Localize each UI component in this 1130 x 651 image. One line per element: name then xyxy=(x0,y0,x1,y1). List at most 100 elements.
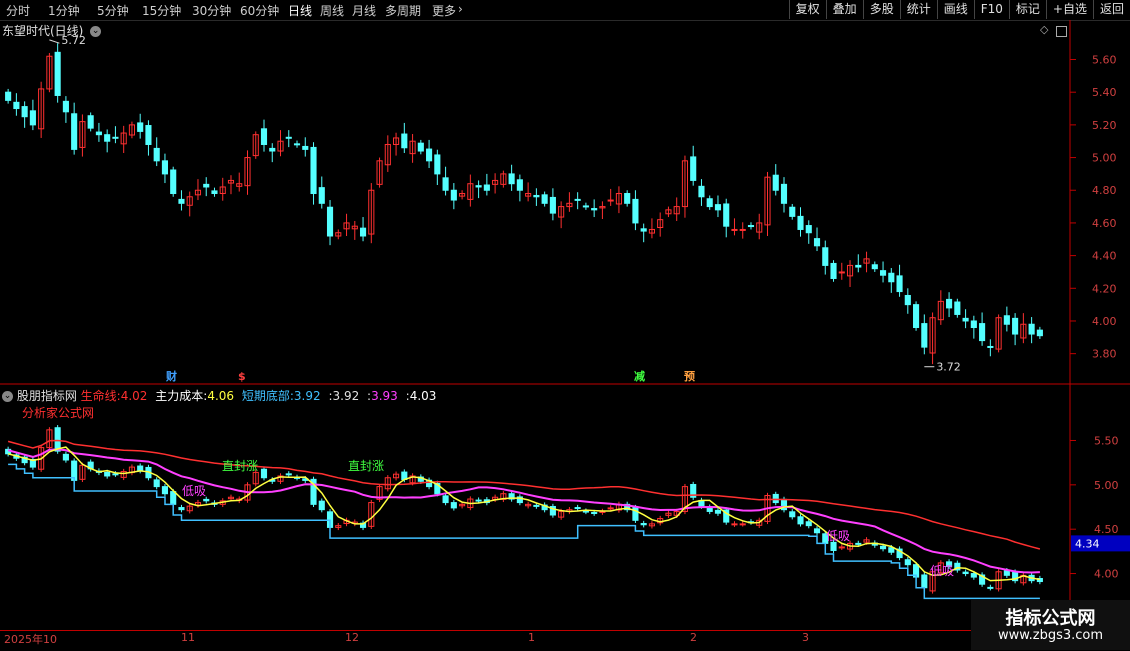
event-marker: $ xyxy=(238,370,246,383)
signal-label: 低吸 xyxy=(930,564,954,578)
f10-button[interactable]: F10 xyxy=(973,0,1009,19)
tab-intraday[interactable]: 分时 xyxy=(6,2,30,19)
ind-candle-body xyxy=(574,507,581,510)
ind-candle-body xyxy=(962,571,969,575)
ind-candle-body xyxy=(888,547,895,553)
event-marker: 预 xyxy=(684,369,695,383)
indicator-chart[interactable]: 5.505.004.504.003.504.34低吸直封涨直封涨低吸低吸 xyxy=(0,385,1130,630)
y-tick-label: 4.50 xyxy=(1094,523,1119,536)
x-label-nov: 11 xyxy=(181,631,195,644)
brand-url: www.zbgs3.com xyxy=(997,628,1104,643)
ind-candle-body xyxy=(921,574,928,589)
candle-body xyxy=(434,154,441,175)
ind-candle-body xyxy=(178,507,185,511)
x-label-dec: 12 xyxy=(345,631,359,644)
ind-candle-body xyxy=(830,541,837,551)
candle-body xyxy=(747,225,755,228)
candle-body xyxy=(813,238,821,247)
candle-body xyxy=(285,136,292,139)
candle-body xyxy=(830,262,837,279)
candle-body xyxy=(698,185,705,198)
y-tick-label: 4.00 xyxy=(1092,315,1117,328)
tab-monthly[interactable]: 月线 xyxy=(352,2,376,19)
mark-button[interactable]: 标记 xyxy=(1008,0,1046,19)
overlay-button[interactable]: 叠加 xyxy=(825,0,863,19)
tab-15min[interactable]: 15分钟 xyxy=(142,2,181,19)
ind-candle-body xyxy=(582,510,589,513)
candle-body xyxy=(450,189,457,201)
candle-body xyxy=(640,228,647,232)
candle-body xyxy=(293,143,301,146)
candle-body xyxy=(805,225,812,234)
ind-candle-body xyxy=(153,479,160,488)
candle-body xyxy=(112,136,119,139)
high-label: 5.72 xyxy=(61,34,85,47)
ind-candle-body xyxy=(318,500,325,511)
multi-stock-button[interactable]: 多股 xyxy=(862,0,900,19)
candle-body xyxy=(5,91,12,101)
candle-body xyxy=(161,160,169,175)
candle-body xyxy=(904,294,911,306)
candlestick-chart[interactable]: 5.60 5.40 5.20 5.00 4.80 4.60 4.40 4.20 4.00 3.80… xyxy=(0,20,1130,385)
add-watchlist-button[interactable]: +自选 xyxy=(1045,0,1093,19)
ind-candle-body xyxy=(731,523,738,526)
ind-candle-body xyxy=(203,498,210,502)
candle-body xyxy=(690,156,697,181)
candle-body xyxy=(624,193,631,204)
x-axis: 2025年10 11 12 1 2 3 xyxy=(0,630,1130,651)
x-label-feb: 2 xyxy=(690,631,697,644)
y-tick-label: 4.80 xyxy=(1092,184,1117,197)
tab-daily[interactable]: 日线 xyxy=(288,2,312,19)
candle-body xyxy=(921,323,928,348)
candle-body xyxy=(62,100,69,113)
signal-label: 直封涨 xyxy=(348,458,384,473)
y-tick-label: 4.20 xyxy=(1092,282,1117,295)
candle-body xyxy=(772,174,779,191)
x-label-mar: 3 xyxy=(802,631,809,644)
tab-more[interactable]: 更多 xyxy=(432,2,456,19)
toolbar-buttons: 复权 叠加 多股 统计 画线 F10 标记 +自选 返回 xyxy=(788,0,1130,20)
statistics-button[interactable]: 统计 xyxy=(899,0,937,19)
candle-body xyxy=(879,270,887,276)
candle-body xyxy=(302,145,309,150)
low-label: 3.72 xyxy=(936,361,961,374)
event-marker: 减 xyxy=(634,369,645,383)
candle-body xyxy=(822,247,829,266)
candle-body xyxy=(549,196,556,214)
draw-line-button[interactable]: 画线 xyxy=(936,0,974,19)
y-tick-label: 5.00 xyxy=(1094,479,1119,492)
tab-weekly[interactable]: 周线 xyxy=(320,2,344,19)
candle-body xyxy=(871,264,878,270)
candle-body xyxy=(29,110,36,126)
candle-body xyxy=(104,134,111,142)
back-button[interactable]: 返回 xyxy=(1092,0,1130,19)
lifeline-line xyxy=(7,439,1041,550)
chevron-right-icon[interactable]: › xyxy=(458,2,463,16)
tab-30min[interactable]: 30分钟 xyxy=(192,2,231,19)
ind-candle-body xyxy=(450,502,457,509)
candle-body xyxy=(888,272,895,283)
y-tick-label: 5.00 xyxy=(1092,152,1117,165)
candle-body xyxy=(789,206,796,217)
tab-multi-period[interactable]: 多周期 xyxy=(385,2,421,19)
candle-body xyxy=(797,215,804,230)
candle-body xyxy=(260,128,268,145)
candle-body xyxy=(970,320,977,329)
tab-5min[interactable]: 5分钟 xyxy=(97,2,129,19)
candle-body xyxy=(714,204,722,211)
tab-60min[interactable]: 60分钟 xyxy=(240,2,279,19)
candle-body xyxy=(979,323,986,342)
candle-body xyxy=(442,177,449,191)
ind-candle-body xyxy=(838,546,845,549)
ind-candle-body xyxy=(970,573,977,578)
y-tick-label: 3.80 xyxy=(1092,348,1117,361)
ind-candle-body xyxy=(285,473,292,476)
adjust-button[interactable]: 复权 xyxy=(788,0,826,19)
candle-body xyxy=(913,304,920,329)
y-tick-label: 4.40 xyxy=(1092,250,1117,263)
brand-watermark: 指标公式网 www.zbgs3.com xyxy=(971,600,1130,650)
candle-body xyxy=(723,203,730,227)
candle-body xyxy=(896,275,903,293)
x-label-jan: 1 xyxy=(528,631,535,644)
tab-1min[interactable]: 1分钟 xyxy=(48,2,80,19)
